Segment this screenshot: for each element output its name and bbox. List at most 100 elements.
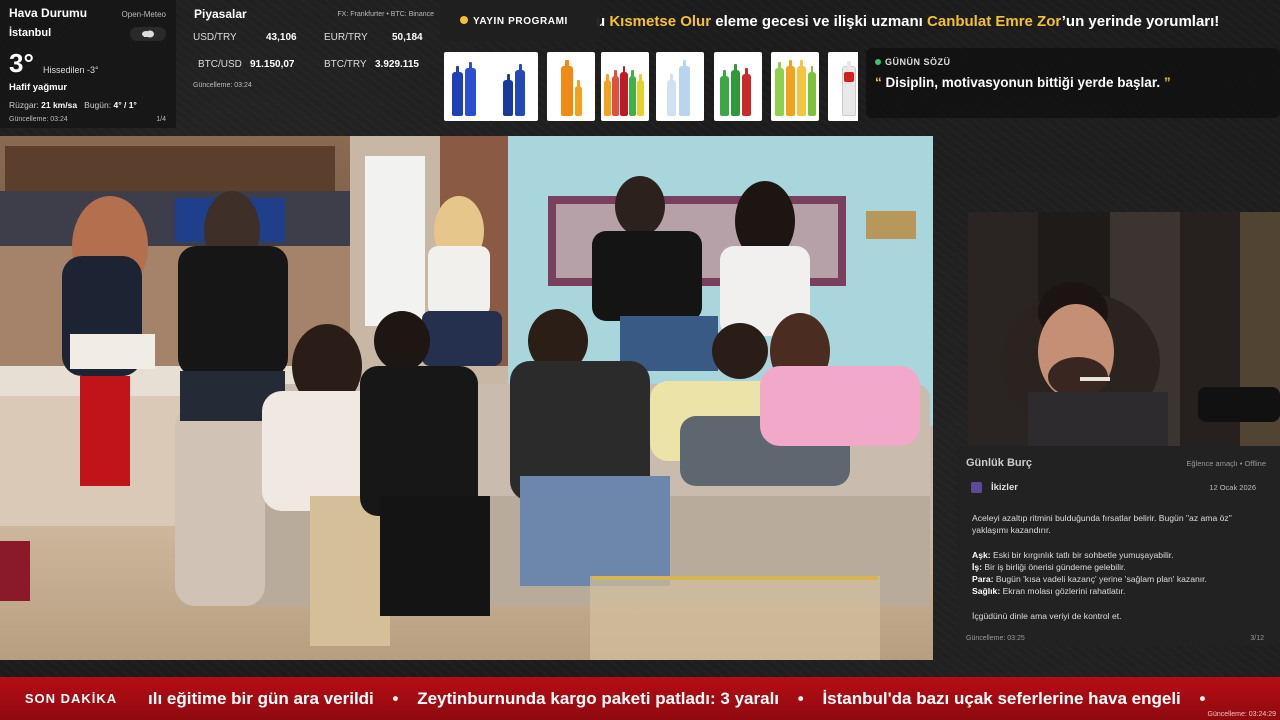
love-label: Aşk: bbox=[972, 549, 991, 560]
wind-value: 21 km/sa bbox=[41, 100, 78, 110]
breaking-news-label: SON DAKİKA bbox=[24, 691, 118, 706]
market-pair: BTC/TRY bbox=[324, 59, 367, 70]
cloud-rain-icon bbox=[130, 27, 166, 41]
daily-horoscope-panel: Günlük Burç Eğlence amaçlı • Offline İki… bbox=[957, 446, 1280, 646]
bottle-icon bbox=[679, 60, 690, 116]
weather-updated: Güncelleme: 03:24 bbox=[9, 116, 68, 123]
horoscope-money: Para: Bugün 'kısa vadeli kazanç' yerine … bbox=[972, 573, 1262, 585]
weather-page: 1/4 bbox=[156, 116, 166, 123]
work-text: Bir iş birliği önerisi gündeme gelebilir… bbox=[984, 561, 1126, 572]
bottle-icon bbox=[731, 64, 740, 116]
money-label: Para: bbox=[972, 574, 994, 585]
weather-wind-today: Rüzgar: 21 km/sa Bugün: 4° / 1° bbox=[9, 100, 137, 110]
market-value-text: 43,106 bbox=[266, 32, 297, 43]
weather-source: Open-Meteo bbox=[121, 10, 166, 19]
market-row: BTC/TRY bbox=[324, 59, 367, 70]
quote-text: “ Disiplin, motivasyonun bittiği yerde b… bbox=[875, 75, 1271, 90]
bottle-icon bbox=[612, 70, 619, 116]
bottle-icon bbox=[575, 80, 582, 116]
ticker-text: eleme gecesi ve ilişki uzmanı bbox=[711, 13, 928, 30]
today-value: 4° / 1° bbox=[113, 100, 137, 110]
bottle-icon bbox=[515, 64, 525, 116]
bottle-icon bbox=[786, 60, 795, 116]
tv-studio-scene bbox=[0, 136, 933, 660]
market-row: EUR/TRY bbox=[324, 32, 368, 43]
weather-condition: Hafif yağmur bbox=[9, 82, 68, 93]
can-icon bbox=[465, 62, 476, 116]
ad-tile bbox=[444, 52, 492, 121]
live-dot-icon bbox=[875, 59, 881, 65]
quote-body: Disiplin, motivasyonun bittiği yerde baş… bbox=[885, 75, 1161, 90]
bullet-icon: • bbox=[392, 689, 399, 708]
broadcast-program-button[interactable]: YAYIN PROGRAMI bbox=[440, 0, 600, 42]
bullet-icon: • bbox=[1199, 689, 1206, 708]
today-label: Bugün: bbox=[84, 100, 112, 110]
ad-tile bbox=[601, 52, 649, 121]
can-icon bbox=[452, 66, 463, 116]
horoscope-advice: İçgüdünü dinle ama veriyi de kontrol et. bbox=[972, 610, 1122, 621]
bottle-icon bbox=[720, 70, 729, 116]
ad-tile bbox=[714, 52, 762, 121]
daily-quote-panel: GÜNÜN SÖZÜ “ Disiplin, motivasyonun bitt… bbox=[866, 48, 1280, 118]
market-value: 43,106 bbox=[266, 32, 297, 43]
love-text: Eski bir kırgınlık tatlı bir sohbetle yu… bbox=[993, 549, 1174, 560]
horoscope-updated: Güncelleme: 03:25 bbox=[966, 635, 1025, 642]
weather-widget: Hava Durumu Open-Meteo İstanbul 3° Hisse… bbox=[0, 0, 176, 128]
health-label: Sağlık: bbox=[972, 586, 1001, 597]
open-quote-icon: “ bbox=[875, 75, 882, 90]
market-pair: BTC/USD bbox=[198, 59, 242, 70]
news-item: ılı eğitime bir gün ara verildi bbox=[148, 689, 374, 708]
live-dot-icon bbox=[460, 16, 468, 24]
money-text: Bugün 'kısa vadeli kazanç' yerine 'sağla… bbox=[995, 574, 1207, 585]
horoscope-date: 12 Ocak 2026 bbox=[1209, 483, 1256, 492]
horoscope-sign-name: İkizler bbox=[991, 482, 1018, 493]
bottle-icon bbox=[629, 70, 636, 116]
horoscope-love: Aşk: Eski bir kırgınlık tatlı bir sohbet… bbox=[972, 549, 1262, 561]
market-row: USD/TRY bbox=[193, 32, 237, 43]
bottle-icon bbox=[620, 66, 628, 116]
weather-temperature: 3° bbox=[9, 48, 34, 78]
sponsor-strip bbox=[444, 52, 858, 121]
close-quote-icon: ” bbox=[1163, 75, 1171, 90]
market-value: 50,184 bbox=[392, 32, 423, 43]
bottle-icon bbox=[637, 74, 644, 116]
markets-source: FX: Frankfurter • BTC: Binance bbox=[337, 11, 434, 18]
markets-updated: Güncelleme: 03:24 bbox=[193, 82, 252, 89]
weather-feels-like: Hissedilen -3° bbox=[43, 65, 99, 75]
horoscope-page: 3/12 bbox=[1250, 635, 1264, 642]
market-pair: EUR/TRY bbox=[324, 32, 368, 43]
webcam-scene bbox=[968, 212, 1280, 446]
news-item: İstanbul'da bazı uçak seferlerine hava e… bbox=[822, 689, 1181, 708]
bottle-icon bbox=[742, 68, 751, 116]
horoscope-work: İş: Bir iş birliği önerisi gündeme geleb… bbox=[972, 561, 1262, 573]
horoscope-health: Sağlık: Ekran molası gözlerini rahatlatı… bbox=[972, 585, 1262, 597]
market-value-text: 91.150,07 bbox=[250, 59, 295, 70]
ticker-highlight: Kısmetse Olur bbox=[609, 13, 712, 30]
quote-label: GÜNÜN SÖZÜ bbox=[875, 57, 1271, 67]
top-ticker: u Kısmetse Olur eleme gecesi ve ilişki u… bbox=[596, 0, 1280, 44]
market-value: 3.929.115 bbox=[375, 59, 419, 70]
gemini-icon bbox=[971, 482, 982, 493]
bottle-icon bbox=[797, 60, 806, 116]
news-ticker: ılı eğitime bir gün ara verildi • Zeytin… bbox=[148, 677, 1280, 720]
bottle-icon bbox=[503, 74, 513, 116]
market-value-text: 3.929.115 bbox=[375, 59, 419, 70]
ad-tile bbox=[656, 52, 704, 121]
streamer-webcam[interactable] bbox=[968, 212, 1280, 446]
market-value-text: 50,184 bbox=[392, 32, 423, 43]
bottle-icon bbox=[775, 62, 784, 116]
program-label: YAYIN PROGRAMI bbox=[473, 15, 568, 27]
markets-widget: Piyasalar FX: Frankfurter • BTC: Binance… bbox=[186, 0, 438, 96]
ticker-highlight: Canbulat Emre Zor bbox=[927, 13, 1062, 30]
horoscope-body: Aceleyi azaltıp ritmini bulduğunda fırsa… bbox=[972, 512, 1262, 622]
bottle-icon bbox=[604, 74, 611, 116]
label-icon bbox=[844, 72, 854, 82]
work-label: İş: bbox=[972, 561, 983, 572]
ad-tile bbox=[547, 52, 595, 121]
news-clock: Güncelleme: 03:24:29 bbox=[1207, 711, 1277, 718]
market-row: BTC/USD bbox=[198, 59, 242, 70]
wind-label: Rüzgar: bbox=[9, 100, 39, 110]
bottle-icon bbox=[808, 66, 816, 116]
main-video-feed[interactable] bbox=[0, 136, 933, 660]
horoscope-intro: Aceleyi azaltıp ritmini bulduğunda fırsa… bbox=[972, 513, 1232, 536]
